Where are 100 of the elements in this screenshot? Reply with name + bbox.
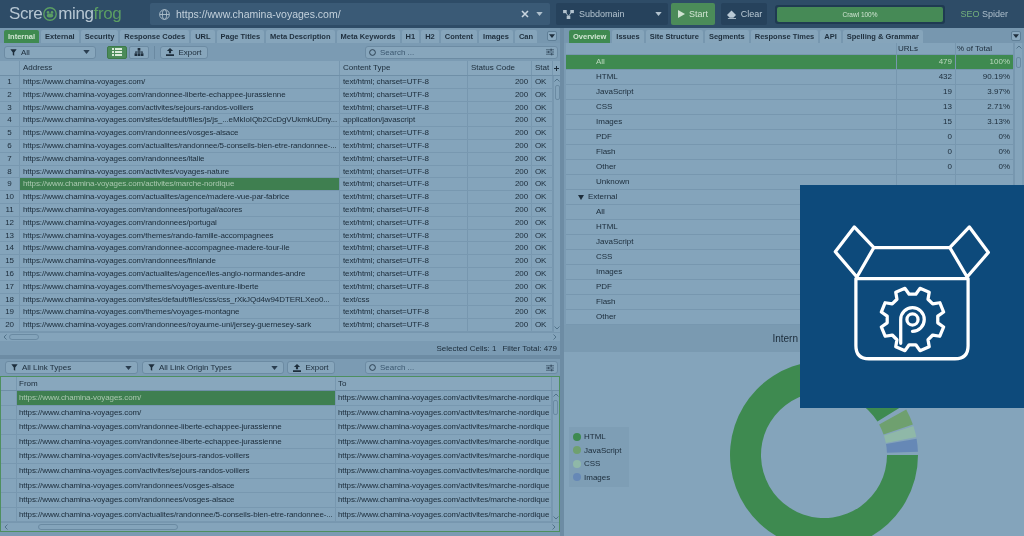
table-cell: text/html; charset=UTF-8 bbox=[340, 76, 468, 88]
logo-text: Scre bbox=[9, 4, 43, 24]
vertical-scrollbar[interactable] bbox=[553, 76, 560, 332]
column-header: To bbox=[336, 377, 552, 390]
caret-icon[interactable] bbox=[536, 12, 543, 16]
scrollbar-thumb[interactable] bbox=[554, 85, 560, 100]
sliders-icon[interactable] bbox=[546, 363, 554, 372]
export-button[interactable]: Export bbox=[160, 45, 208, 59]
start-button[interactable]: Start bbox=[671, 3, 715, 25]
tree-row[interactable]: Other 0 0% bbox=[566, 160, 1014, 175]
horizontal-scrollbar[interactable] bbox=[0, 332, 560, 341]
row-number: 20 bbox=[0, 319, 20, 331]
legend-label: CSS bbox=[584, 459, 601, 469]
table-cell: text/html; charset=UTF-8 bbox=[340, 101, 468, 114]
table-cell: text/html; charset=UTF-8 bbox=[340, 127, 468, 139]
row-label: Unknown bbox=[596, 177, 630, 186]
table-cell: 0% bbox=[998, 162, 1010, 171]
tree-row[interactable]: HTML 432 90.19% bbox=[566, 70, 1014, 85]
column-header: Stat bbox=[532, 61, 553, 75]
row-number: 19 bbox=[0, 306, 20, 319]
scrollbar-thumb[interactable] bbox=[9, 334, 39, 340]
filter-icon bbox=[148, 364, 155, 371]
chevron-down-icon[interactable] bbox=[554, 326, 560, 330]
table-cell: 200 bbox=[468, 165, 532, 178]
row-number: 7 bbox=[0, 152, 20, 165]
table-cell: https://www.chamina-voyages.com/actualites/randonnee/5-conseils-bien-etre-randonnee-... bbox=[17, 507, 336, 522]
table-cell: 200 bbox=[468, 140, 532, 152]
plus-icon[interactable] bbox=[554, 65, 559, 71]
column-header: URLs bbox=[898, 44, 918, 53]
clear-icon[interactable] bbox=[521, 10, 529, 18]
mode-dropdown[interactable]: Subdomain bbox=[556, 3, 668, 25]
legend-label: JavaScript bbox=[584, 445, 622, 455]
column-header: Content Type bbox=[340, 61, 468, 75]
search-field[interactable]: Search ... bbox=[365, 45, 558, 59]
table-cell: https://www.chamina-voyages.com/ bbox=[17, 391, 336, 405]
table-cell: https://www.chamina-voyages.com/randonnees/finlande bbox=[20, 255, 340, 267]
column-header: From bbox=[17, 377, 336, 390]
url-field[interactable]: https://www.chamina-voyages.com/ bbox=[150, 3, 550, 25]
row-label: Other bbox=[596, 312, 616, 321]
filter-dropdown[interactable]: All Link Origin Types bbox=[142, 361, 284, 374]
table-cell: https://www.chamina-voyages.com/randonnee-accompagnee-madere-tour-ile bbox=[20, 242, 340, 255]
table-cell: https://www.chamina-voyages.com/themes/rando-famille-accompagnees bbox=[20, 229, 340, 242]
vertical-scrollbar[interactable] bbox=[552, 391, 558, 523]
table-cell: https://www.chamina-voyages.com/randonnees/royaume-uni/jersey-guernesey-sark bbox=[20, 319, 340, 331]
tree-row[interactable]: All 479 100% bbox=[566, 55, 1014, 70]
chevron-up-icon[interactable] bbox=[554, 78, 560, 82]
clear-button[interactable]: Clear bbox=[721, 3, 767, 25]
filter-dropdown[interactable]: All bbox=[4, 45, 96, 59]
scrollbar-thumb[interactable] bbox=[553, 400, 558, 415]
sliders-icon[interactable] bbox=[546, 48, 554, 56]
chevron-right-icon[interactable] bbox=[553, 334, 557, 340]
column-header: Status Code bbox=[468, 61, 532, 75]
table-cell: 0% bbox=[998, 147, 1010, 156]
chevron-up-icon[interactable] bbox=[552, 393, 559, 397]
tree-row[interactable]: PDF 0 0% bbox=[566, 130, 1014, 145]
filter-icon bbox=[11, 364, 18, 371]
tree-row[interactable]: CSS 13 2.71% bbox=[566, 100, 1014, 115]
table-cell: 0 bbox=[947, 132, 952, 141]
table-cell: https://www.chamina-voyages.com/randonnees/vosges-alsace bbox=[20, 127, 340, 139]
view-toggle[interactable] bbox=[107, 45, 127, 59]
table-cell: text/html; charset=UTF-8 bbox=[340, 203, 468, 216]
search-field[interactable]: Search ... bbox=[365, 361, 558, 374]
row-label: JavaScript bbox=[596, 237, 634, 246]
scrollbar-thumb[interactable] bbox=[1016, 57, 1021, 68]
table-cell: https://www.chamina-voyages.com/randonnees/portugal bbox=[20, 216, 340, 229]
export-button[interactable]: Export bbox=[287, 361, 335, 374]
table-cell: 200 bbox=[468, 178, 532, 191]
play-icon bbox=[678, 10, 685, 18]
row-label: All bbox=[596, 207, 605, 216]
upload-icon bbox=[166, 48, 175, 56]
status-text: Filter Total: 479 bbox=[502, 343, 557, 353]
table-cell: https://www.chamina-voyages.com/activites/marche-nordique bbox=[20, 178, 340, 191]
product-name: SEO Spider bbox=[960, 9, 1008, 19]
scrollbar-thumb[interactable] bbox=[38, 524, 178, 531]
table-cell: text/html; charset=UTF-8 bbox=[340, 152, 468, 165]
table-cell: https://www.chamina-voyages.com/themes/voyages-aventure-liberte bbox=[20, 280, 340, 293]
chevron-right-icon[interactable] bbox=[552, 524, 556, 531]
row-number: 1 bbox=[0, 76, 20, 88]
chart-title: Intern bbox=[772, 333, 798, 344]
triangle-icon[interactable] bbox=[578, 194, 584, 200]
tree-row[interactable]: JavaScript 19 3.97% bbox=[566, 85, 1014, 100]
filter-dropdown[interactable]: All Link Types bbox=[5, 361, 138, 374]
chevron-down-icon[interactable] bbox=[552, 516, 559, 521]
legend-label: Images bbox=[584, 472, 611, 482]
table-cell: https://www.chamina-voyages.com/activites/voyages-nature bbox=[20, 165, 340, 178]
chevron-left-icon[interactable] bbox=[3, 334, 7, 340]
tabs-menu-button[interactable] bbox=[1011, 30, 1021, 41]
chevron-up-icon[interactable] bbox=[1015, 45, 1022, 49]
table-cell: text/html; charset=UTF-8 bbox=[340, 88, 468, 101]
tabs-menu-button[interactable] bbox=[547, 30, 557, 41]
tree-row[interactable]: Images 15 3.13% bbox=[566, 115, 1014, 130]
horizontal-scrollbar[interactable] bbox=[1, 522, 559, 532]
table-cell: text/html; charset=UTF-8 bbox=[340, 178, 468, 191]
row-label: External bbox=[588, 191, 618, 203]
table-cell: 200 bbox=[468, 280, 532, 293]
table-cell: 0 bbox=[947, 162, 952, 171]
tree-row[interactable]: Flash 0 0% bbox=[566, 145, 1014, 160]
chevron-left-icon[interactable] bbox=[4, 524, 8, 531]
view-toggle[interactable] bbox=[129, 45, 149, 59]
row-label: All bbox=[596, 57, 605, 66]
